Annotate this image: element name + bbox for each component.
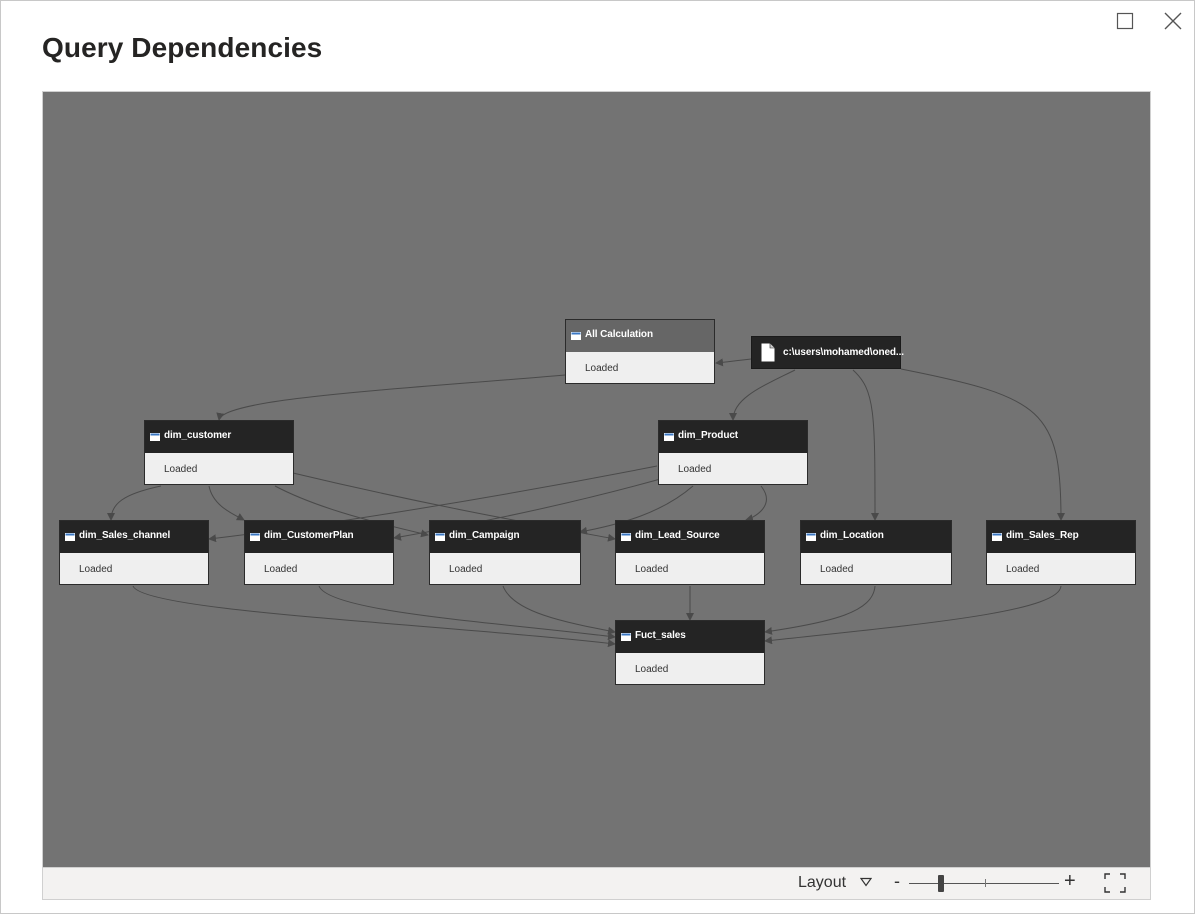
node-header: dim_Product [659, 421, 807, 453]
edge-sales-rep-to-fuct [764, 585, 1062, 645]
node-title: dim_customer [164, 430, 232, 441]
dependency-graph[interactable]: All Calculation Loaded c:\users\mohamed\… [43, 92, 1150, 867]
node-header: dim_Lead_Source [616, 521, 764, 553]
node-header: dim_Location [801, 521, 951, 553]
close-button[interactable] [1161, 10, 1185, 34]
node-dim-campaign[interactable]: dim_Campaign Loaded [429, 520, 581, 585]
edge-customer-to-sales-channel [107, 485, 162, 521]
table-icon [250, 533, 260, 541]
close-icon [1164, 12, 1182, 30]
table-icon [150, 433, 160, 441]
node-source-file[interactable]: c:\users\mohamed\oned... [751, 336, 904, 369]
node-title: dim_Campaign [449, 530, 520, 541]
node-title: dim_Location [820, 530, 884, 541]
table-icon [65, 533, 75, 541]
node-dim-product[interactable]: dim_Product Loaded [658, 420, 808, 485]
node-header: dim_CustomerPlan [245, 521, 393, 553]
node-status: Loaded [678, 464, 712, 475]
query-dependencies-dialog: Query Dependencies All Calculation Loade… [0, 0, 1195, 914]
node-status: Loaded [635, 664, 669, 675]
node-status: Loaded [1006, 564, 1040, 575]
node-title: dim_CustomerPlan [264, 530, 354, 541]
zoom-slider-track[interactable] [909, 883, 1059, 884]
edge-product-to-lead-source [745, 485, 767, 522]
zoom-slider-midpoint [985, 879, 986, 887]
node-header: c:\users\mohamed\oned... [752, 337, 904, 368]
node-title: Fuct_sales [635, 630, 686, 641]
edge-source-to-dim-sales-rep [900, 368, 1065, 521]
node-status: Loaded [164, 464, 198, 475]
edge-allcalc-to-dim-customer [216, 374, 566, 421]
node-header: All Calculation [566, 320, 714, 352]
node-status: Loaded [820, 564, 854, 575]
table-icon [664, 433, 674, 441]
dependency-canvas[interactable]: All Calculation Loaded c:\users\mohamed\… [42, 91, 1151, 900]
zoom-slider-thumb[interactable] [938, 875, 944, 892]
zoom-out-button[interactable]: - [894, 871, 900, 892]
zoom-in-button[interactable]: + [1064, 870, 1076, 893]
node-status: Loaded [449, 564, 483, 575]
node-header: dim_Sales_Rep [987, 521, 1135, 553]
node-fuct-sales[interactable]: Fuct_sales Loaded [615, 620, 765, 685]
node-status: Loaded [264, 564, 298, 575]
edge-customerplan-to-fuct [318, 585, 616, 641]
edge-source-to-dim-product [729, 369, 796, 421]
node-all-calculation[interactable]: All Calculation Loaded [565, 319, 715, 384]
table-icon [435, 533, 445, 541]
node-title: dim_Product [678, 430, 739, 441]
table-icon [571, 332, 581, 340]
dialog-title: Query Dependencies [42, 32, 323, 63]
graph-toolbar: Layout - + [43, 867, 1150, 899]
node-dim-sales-channel[interactable]: dim_Sales_channel Loaded [59, 520, 209, 585]
edge-source-to-allcalc [715, 358, 752, 367]
edge-source-to-dim-location [852, 369, 879, 521]
node-header: dim_Campaign [430, 521, 580, 553]
node-header: Fuct_sales [616, 621, 764, 653]
edge-location-to-fuct [764, 585, 876, 635]
node-title: dim_Sales_channel [79, 530, 171, 541]
layout-dropdown[interactable]: Layout [798, 874, 846, 892]
edge-customer-to-customerplan [208, 485, 245, 521]
table-icon [806, 533, 816, 541]
chevron-down-icon[interactable] [860, 877, 872, 887]
node-dim-lead-source[interactable]: dim_Lead_Source Loaded [615, 520, 765, 585]
table-icon [621, 633, 631, 641]
maximize-button[interactable] [1113, 10, 1137, 34]
maximize-icon [1116, 12, 1134, 30]
node-status: Loaded [635, 564, 669, 575]
node-status: Loaded [585, 363, 619, 374]
node-title: dim_Lead_Source [635, 530, 720, 541]
node-status: Loaded [79, 564, 113, 575]
node-title: All Calculation [585, 329, 653, 340]
node-dim-sales-rep[interactable]: dim_Sales_Rep Loaded [986, 520, 1136, 585]
table-icon [992, 533, 1002, 541]
table-icon [621, 533, 631, 541]
node-header: dim_customer [145, 421, 293, 453]
edge-campaign-to-fuct [502, 585, 616, 635]
node-title: c:\users\mohamed\oned... [783, 347, 904, 358]
fit-to-screen-icon[interactable] [1103, 872, 1127, 894]
node-dim-customerplan[interactable]: dim_CustomerPlan Loaded [244, 520, 394, 585]
document-icon [761, 343, 775, 362]
node-dim-location[interactable]: dim_Location Loaded [800, 520, 952, 585]
node-dim-customer[interactable]: dim_customer Loaded [144, 420, 294, 485]
node-title: dim_Sales_Rep [1006, 530, 1079, 541]
node-header: dim_Sales_channel [60, 521, 208, 553]
